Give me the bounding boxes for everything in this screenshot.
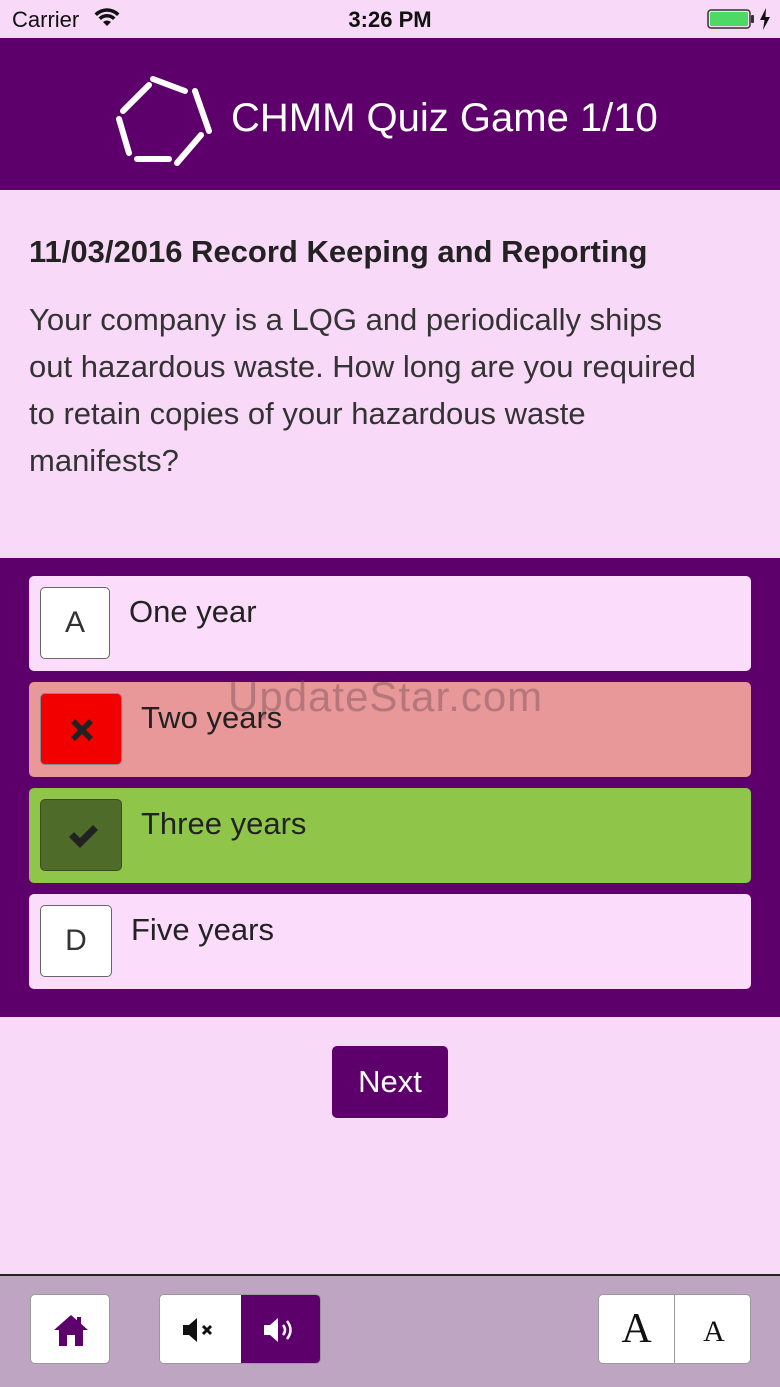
- battery-charging-icon: [707, 9, 754, 29]
- answer-key-c: [40, 799, 122, 871]
- clock-time: 3:26 PM: [348, 7, 432, 32]
- question-area: 11/03/2016 Record Keeping and Reporting …: [0, 190, 780, 558]
- answer-option-c[interactable]: Three years: [29, 788, 751, 883]
- hexagon-logo-icon: [116, 76, 212, 166]
- speaker-mute-icon: [183, 1318, 213, 1342]
- font-decrease-button[interactable]: A: [676, 1295, 750, 1363]
- home-button[interactable]: [30, 1294, 110, 1364]
- bottom-toolbar: A A: [0, 1274, 780, 1387]
- answer-option-a[interactable]: A One year: [29, 576, 751, 671]
- home-icon: [54, 1315, 88, 1346]
- answer-label-a: One year: [129, 594, 257, 629]
- font-size-control: A A: [598, 1294, 751, 1364]
- mute-button[interactable]: [160, 1295, 241, 1363]
- answer-label-d: Five years: [131, 912, 274, 947]
- answers-panel: A One year Two years Three years D Five …: [0, 558, 780, 1017]
- answer-key-b: [40, 693, 122, 765]
- check-icon: [69, 825, 98, 848]
- next-button[interactable]: Next: [332, 1046, 448, 1118]
- sound-toggle: [159, 1294, 321, 1364]
- cross-icon: [71, 719, 93, 741]
- app-header: CHMM Quiz Game 1/10: [0, 38, 780, 190]
- answer-option-d[interactable]: D Five years: [29, 894, 751, 989]
- status-bar: Carrier 3:26 PM: [0, 0, 780, 38]
- unmute-button[interactable]: [241, 1295, 320, 1363]
- answer-key-d: D: [40, 905, 112, 977]
- answer-label-c: Three years: [141, 806, 307, 841]
- charging-bolt-icon: [760, 8, 770, 30]
- speaker-on-icon: [264, 1318, 292, 1342]
- page-title: CHMM Quiz Game 1/10: [231, 96, 658, 140]
- answer-key-a: A: [40, 587, 110, 659]
- watermark: UpdateStar.com: [228, 673, 544, 720]
- question-text: Your company is a LQG and periodically s…: [29, 302, 696, 478]
- question-heading: 11/03/2016 Record Keeping and Reporting: [29, 234, 648, 269]
- font-increase-button[interactable]: A: [599, 1295, 675, 1363]
